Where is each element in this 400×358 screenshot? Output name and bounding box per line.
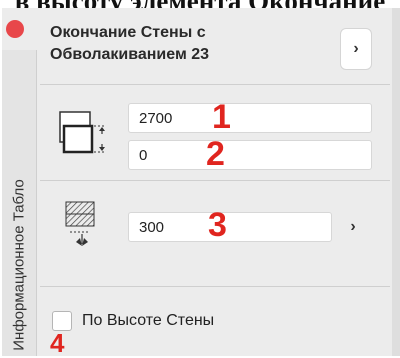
next-page-button[interactable]: › [340,28,372,70]
depth-field[interactable]: 300 [128,212,332,242]
offset-field[interactable]: 0 [128,140,372,170]
height-field[interactable]: 2700 [128,103,372,133]
callout-marker-1: 1 [212,98,231,136]
chevron-right-icon: › [353,40,359,57]
divider [40,180,390,181]
callout-marker-3: 3 [208,206,227,244]
scrollbar[interactable] [392,8,400,356]
depth-options-button[interactable]: › [340,214,366,240]
wall-height-label[interactable]: По Высоте Стены [82,311,214,331]
wall-end-height-icon [59,111,106,154]
divider [40,286,390,287]
divider [40,84,390,85]
side-tab-label: Информационное Табло [10,179,28,351]
info-box-side-tab[interactable]: Информационное Табло [2,50,37,356]
panel-title: Окончание Стены с Обволакиванием 23 [50,24,210,63]
callout-marker-2: 2 [206,135,225,173]
wall-wrap-depth-icon [65,201,95,246]
close-icon[interactable] [6,20,24,38]
callout-marker-4: 4 [50,328,65,358]
chevron-right-icon: › [350,218,356,235]
